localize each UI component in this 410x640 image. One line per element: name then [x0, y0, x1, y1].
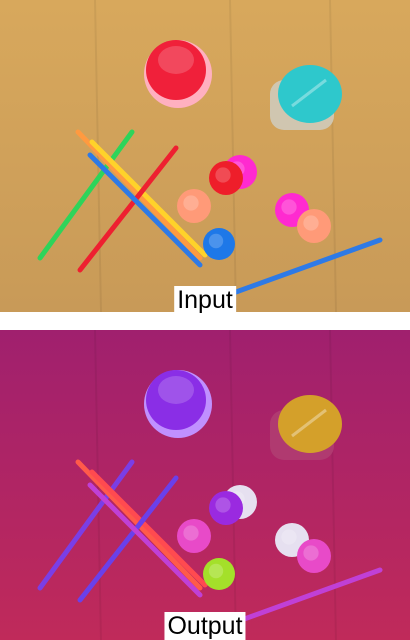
input-photo [0, 0, 410, 312]
output-caption: Output [164, 612, 246, 640]
cup-highlight [158, 46, 194, 74]
table-surface [0, 330, 410, 640]
input-caption: Input [174, 286, 236, 314]
cup-highlight [158, 376, 194, 404]
output-photo [0, 330, 410, 640]
blue-cap-highlight [208, 233, 224, 249]
magenta-cap-right-highlight [281, 529, 297, 545]
red-cap-highlight [215, 167, 231, 183]
peach-cap-right-highlight [303, 215, 319, 231]
blue-cap-highlight [208, 563, 224, 579]
table-surface [0, 0, 410, 312]
peach-cap-right-highlight [303, 545, 319, 561]
peach-cap-highlight [183, 195, 199, 211]
peach-cap-highlight [183, 525, 199, 541]
magenta-cap-right-highlight [281, 199, 297, 215]
input-scene [0, 0, 410, 312]
output-scene [0, 330, 410, 640]
red-cap-highlight [215, 497, 231, 513]
